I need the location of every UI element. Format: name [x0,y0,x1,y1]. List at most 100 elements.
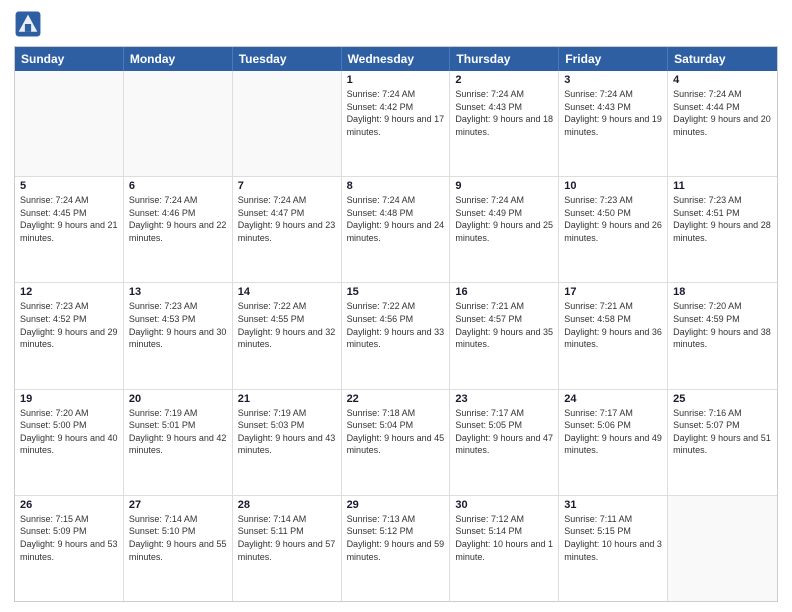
calendar-cell [15,71,124,176]
day-number: 8 [347,180,445,192]
cell-text: Sunrise: 7:18 AM Sunset: 5:04 PM Dayligh… [347,407,445,457]
calendar-cell: 30 Sunrise: 7:12 AM Sunset: 5:14 PM Dayli… [450,496,559,601]
day-number: 9 [455,180,553,192]
calendar-cell: 2 Sunrise: 7:24 AM Sunset: 4:43 PM Daylig… [450,71,559,176]
day-header: Monday [124,47,233,71]
calendar-cell: 9 Sunrise: 7:24 AM Sunset: 4:49 PM Daylig… [450,177,559,282]
cell-text: Sunrise: 7:23 AM Sunset: 4:51 PM Dayligh… [673,194,772,244]
calendar-cell: 8Sunrise: 7:24 AM Sunset: 4:48 PM Daylig… [342,177,451,282]
cell-text: Sunrise: 7:22 AM Sunset: 4:56 PM Dayligh… [347,300,445,350]
calendar-cell: 4Sunrise: 7:24 AM Sunset: 4:44 PM Daylig… [668,71,777,176]
cell-text: Sunrise: 7:23 AM Sunset: 4:50 PM Dayligh… [564,194,662,244]
calendar-cell: 31 Sunrise: 7:11 AM Sunset: 5:15 PM Dayli… [559,496,668,601]
cell-text: Sunrise: 7:24 AM Sunset: 4:42 PM Dayligh… [347,88,445,138]
day-number: 28 [238,499,336,511]
cell-text: Sunrise: 7:21 AM Sunset: 4:58 PM Dayligh… [564,300,662,350]
day-number: 17 [564,286,662,298]
calendar-cell: 1 Sunrise: 7:24 AM Sunset: 4:42 PM Daylig… [342,71,451,176]
calendar-cell [233,71,342,176]
day-number: 26 [20,499,118,511]
day-number: 27 [129,499,227,511]
calendar-week-row: 26 Sunrise: 7:15 AM Sunset: 5:09 PM Dayli… [15,496,777,601]
calendar-week-row: 1 Sunrise: 7:24 AM Sunset: 4:42 PM Daylig… [15,71,777,177]
cell-text: Sunrise: 7:16 AM Sunset: 5:07 PM Dayligh… [673,407,772,457]
day-number: 1 [347,74,445,86]
logo [14,10,46,38]
page: SundayMondayTuesdayWednesdayThursdayFrid… [0,0,792,612]
day-number: 14 [238,286,336,298]
logo-icon [14,10,42,38]
cell-text: Sunrise: 7:24 AM Sunset: 4:46 PM Dayligh… [129,194,227,244]
day-header: Sunday [15,47,124,71]
calendar-cell: 23 Sunrise: 7:17 AM Sunset: 5:05 PM Dayli… [450,390,559,495]
cell-text: Sunrise: 7:24 AM Sunset: 4:43 PM Dayligh… [564,88,662,138]
day-number: 12 [20,286,118,298]
calendar-cell: 19Sunrise: 7:20 AM Sunset: 5:00 PM Dayli… [15,390,124,495]
day-header: Tuesday [233,47,342,71]
calendar-cell: 6 Sunrise: 7:24 AM Sunset: 4:46 PM Daylig… [124,177,233,282]
day-header: Friday [559,47,668,71]
cell-text: Sunrise: 7:12 AM Sunset: 5:14 PM Dayligh… [455,513,553,563]
cell-text: Sunrise: 7:19 AM Sunset: 5:03 PM Dayligh… [238,407,336,457]
cell-text: Sunrise: 7:24 AM Sunset: 4:43 PM Dayligh… [455,88,553,138]
header [14,10,778,38]
day-header: Thursday [450,47,559,71]
day-headers-row: SundayMondayTuesdayWednesdayThursdayFrid… [15,47,777,71]
calendar-body: 1 Sunrise: 7:24 AM Sunset: 4:42 PM Daylig… [15,71,777,601]
cell-text: Sunrise: 7:13 AM Sunset: 5:12 PM Dayligh… [347,513,445,563]
calendar-week-row: 19Sunrise: 7:20 AM Sunset: 5:00 PM Dayli… [15,390,777,496]
calendar-cell: 15Sunrise: 7:22 AM Sunset: 4:56 PM Dayli… [342,283,451,388]
day-number: 2 [455,74,553,86]
calendar-cell: 28 Sunrise: 7:14 AM Sunset: 5:11 PM Dayli… [233,496,342,601]
calendar: SundayMondayTuesdayWednesdayThursdayFrid… [14,46,778,602]
day-number: 25 [673,393,772,405]
calendar-cell: 14Sunrise: 7:22 AM Sunset: 4:55 PM Dayli… [233,283,342,388]
cell-text: Sunrise: 7:23 AM Sunset: 4:53 PM Dayligh… [129,300,227,350]
cell-text: Sunrise: 7:14 AM Sunset: 5:11 PM Dayligh… [238,513,336,563]
cell-text: Sunrise: 7:17 AM Sunset: 5:06 PM Dayligh… [564,407,662,457]
calendar-cell: 13 Sunrise: 7:23 AM Sunset: 4:53 PM Dayli… [124,283,233,388]
cell-text: Sunrise: 7:24 AM Sunset: 4:44 PM Dayligh… [673,88,772,138]
cell-text: Sunrise: 7:24 AM Sunset: 4:45 PM Dayligh… [20,194,118,244]
calendar-cell: 18 Sunrise: 7:20 AM Sunset: 4:59 PM Dayli… [668,283,777,388]
day-number: 11 [673,180,772,192]
calendar-cell: 21 Sunrise: 7:19 AM Sunset: 5:03 PM Dayli… [233,390,342,495]
day-number: 24 [564,393,662,405]
day-number: 31 [564,499,662,511]
day-number: 19 [20,393,118,405]
day-number: 22 [347,393,445,405]
calendar-cell: 24 Sunrise: 7:17 AM Sunset: 5:06 PM Dayli… [559,390,668,495]
day-number: 30 [455,499,553,511]
calendar-cell: 16Sunrise: 7:21 AM Sunset: 4:57 PM Dayli… [450,283,559,388]
calendar-cell [124,71,233,176]
day-number: 13 [129,286,227,298]
day-number: 3 [564,74,662,86]
calendar-cell: 3 Sunrise: 7:24 AM Sunset: 4:43 PM Daylig… [559,71,668,176]
cell-text: Sunrise: 7:19 AM Sunset: 5:01 PM Dayligh… [129,407,227,457]
day-number: 29 [347,499,445,511]
day-number: 10 [564,180,662,192]
cell-text: Sunrise: 7:20 AM Sunset: 4:59 PM Dayligh… [673,300,772,350]
day-number: 21 [238,393,336,405]
calendar-cell: 29 Sunrise: 7:13 AM Sunset: 5:12 PM Dayli… [342,496,451,601]
cell-text: Sunrise: 7:21 AM Sunset: 4:57 PM Dayligh… [455,300,553,350]
cell-text: Sunrise: 7:24 AM Sunset: 4:47 PM Dayligh… [238,194,336,244]
calendar-cell [668,496,777,601]
cell-text: Sunrise: 7:14 AM Sunset: 5:10 PM Dayligh… [129,513,227,563]
calendar-cell: 7 Sunrise: 7:24 AM Sunset: 4:47 PM Daylig… [233,177,342,282]
day-number: 20 [129,393,227,405]
day-number: 6 [129,180,227,192]
day-number: 23 [455,393,553,405]
day-number: 18 [673,286,772,298]
day-number: 7 [238,180,336,192]
calendar-cell: 27 Sunrise: 7:14 AM Sunset: 5:10 PM Dayli… [124,496,233,601]
calendar-week-row: 5Sunrise: 7:24 AM Sunset: 4:45 PM Daylig… [15,177,777,283]
cell-text: Sunrise: 7:15 AM Sunset: 5:09 PM Dayligh… [20,513,118,563]
cell-text: Sunrise: 7:23 AM Sunset: 4:52 PM Dayligh… [20,300,118,350]
cell-text: Sunrise: 7:24 AM Sunset: 4:49 PM Dayligh… [455,194,553,244]
cell-text: Sunrise: 7:17 AM Sunset: 5:05 PM Dayligh… [455,407,553,457]
calendar-week-row: 12 Sunrise: 7:23 AM Sunset: 4:52 PM Dayli… [15,283,777,389]
cell-text: Sunrise: 7:11 AM Sunset: 5:15 PM Dayligh… [564,513,662,563]
day-header: Saturday [668,47,777,71]
calendar-cell: 12 Sunrise: 7:23 AM Sunset: 4:52 PM Dayli… [15,283,124,388]
